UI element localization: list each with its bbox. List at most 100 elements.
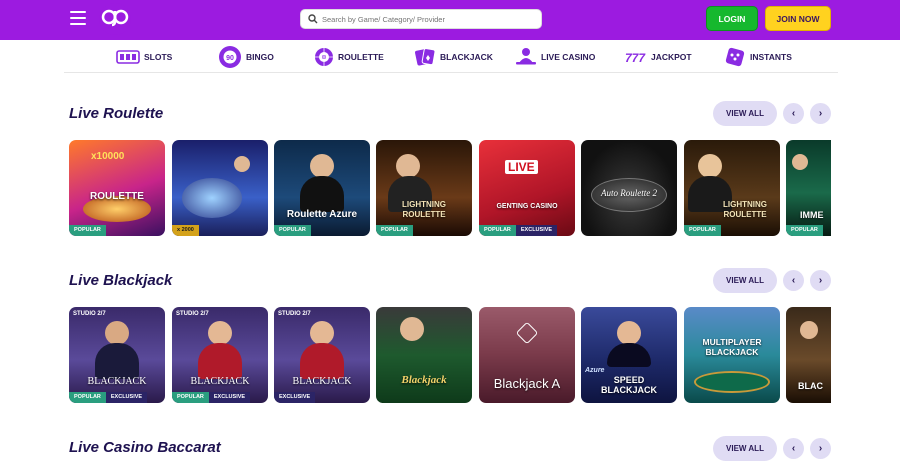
dealer-body [198,343,242,379]
next-arrow-button[interactable]: › [810,270,831,291]
tile-name: Blackjack [401,374,447,386]
view-all-button[interactable]: VIEW ALL [713,436,777,461]
tile-badges: POPULAR [69,225,106,236]
badge-popular: POPULAR [786,225,823,236]
tile-badges: POPULAR EXCLUSIVE [69,392,148,403]
search-bar[interactable] [300,9,542,29]
tile-name: ROULETTE [90,191,144,202]
next-arrow-button[interactable]: › [810,103,831,124]
game-tile[interactable]: BLAC [786,307,831,403]
nav-item-bingo[interactable]: 90 BINGO [218,45,274,69]
game-tile[interactable]: LIGHTNING ROULETTE POPULAR [684,140,780,236]
tile-badges: POPULAR [786,225,823,236]
tile-badges: POPULAR [684,225,721,236]
badge-exclusive: EXCLUSIVE [515,225,558,236]
badge-popular: POPULAR [376,225,413,236]
nav-item-instants[interactable]: INSTANTS [724,45,792,69]
tile-top-text: STUDIO 2/7 [278,311,311,317]
dealer-image [234,156,250,172]
nav-label: INSTANTS [750,52,792,62]
dealer-body [607,343,651,367]
tile-top-text: Azure [585,367,605,374]
tile-name: GENTING CASINO [496,203,558,210]
tile-top-text: LIVE [505,160,538,174]
nav-item-blackjack[interactable]: BLACKJACK [414,45,493,69]
prev-arrow-button[interactable]: ‹ [783,103,804,124]
game-tile[interactable]: x 2000 [172,140,268,236]
svg-text:90: 90 [226,55,234,62]
game-tile[interactable]: LIGHTNING ROULETTE POPULAR [376,140,472,236]
search-icon [308,14,318,24]
bingo-icon: 90 [219,46,241,68]
tile-name: BLAC [798,381,823,391]
game-tile[interactable]: MULTIPLAYER BLACKJACK [684,307,780,403]
badge-popular: POPULAR [274,225,311,236]
nav-item-roulette[interactable]: ROULETTE [314,45,384,69]
dealer-image [400,317,424,341]
tile-name: BLACKJACK [292,376,352,387]
dealer-image [105,321,129,345]
prev-arrow-button[interactable]: ‹ [783,438,804,459]
tile-name: SPEED BLACKJACK [601,375,657,395]
tile-top-text: x10000 [91,151,125,162]
dice-icon [725,47,745,67]
game-tile[interactable]: LIVE GENTING CASINO POPULAR EXCLUSIVE [479,140,575,236]
view-all-button[interactable]: VIEW ALL [713,268,777,293]
badge-exclusive: EXCLUSIVE [208,392,251,403]
game-tile[interactable]: STUDIO 2/7 BLACKJACK POPULAR EXCLUSIVE [69,307,165,403]
dealer-icon [516,48,536,65]
nav-label: BINGO [246,52,274,62]
category-nav: SLOTS 90 BINGO ROULETTE BLACKJACK LIVE C… [64,41,838,73]
dealer-body [300,343,344,379]
tile-name: BLACKJACK [190,376,250,387]
tile-badges: POPULAR EXCLUSIVE [479,225,558,236]
badge-popular: POPULAR [684,225,721,236]
game-tile[interactable]: Blackjack A [479,307,575,403]
table-image [694,371,770,393]
slots-icon [116,50,140,64]
svg-text:777: 777 [625,51,646,65]
game-tile[interactable]: STUDIO 2/7 BLACKJACK POPULAR EXCLUSIVE [172,307,268,403]
badge-popular: POPULAR [69,225,106,236]
game-tile[interactable]: Auto Roulette 2 [581,140,677,236]
dealer-image [310,321,334,345]
tile-badges: EXCLUSIVE [274,392,316,403]
badge-exclusive: EXCLUSIVE [105,392,148,403]
tile-name: LIGHTNING ROULETTE [402,200,446,219]
game-tile[interactable]: Roulette Azure POPULAR [274,140,370,236]
nav-item-jackpot[interactable]: 777 JACKPOT [625,45,692,69]
nav-item-live-casino[interactable]: LIVE CASINO [515,45,595,69]
section-title-live-roulette: Live Roulette [69,105,164,122]
badge-popular: POPULAR [479,225,516,236]
roulette-wheel-image [182,178,242,218]
dealer-image [310,154,334,178]
view-all-button[interactable]: VIEW ALL [713,101,777,126]
game-tile[interactable]: Azure SPEED BLACKJACK [581,307,677,403]
nav-label: ROULETTE [338,52,384,62]
game-tile[interactable]: STUDIO 2/7 BLACKJACK EXCLUSIVE [274,307,370,403]
join-now-button[interactable]: JOIN NOW [765,6,831,31]
tile-badges: POPULAR EXCLUSIVE [172,392,251,403]
game-tile[interactable]: IMME POPULAR [786,140,831,236]
dealer-image [792,154,808,170]
prev-arrow-button[interactable]: ‹ [783,270,804,291]
section-title-live-blackjack: Live Blackjack [69,272,173,289]
game-tile[interactable]: x10000 ROULETTE POPULAR [69,140,165,236]
dealer-image [617,321,641,345]
card-logo-icon [515,321,539,345]
search-input[interactable] [322,12,537,27]
playojo-logo[interactable] [98,2,132,36]
next-arrow-button[interactable]: › [810,438,831,459]
login-button[interactable]: LOGIN [706,6,758,31]
dealer-body [95,343,139,379]
nav-item-slots[interactable]: SLOTS [116,45,172,69]
tile-top-text: STUDIO 2/7 [73,311,106,317]
tile-name: Blackjack A [493,376,561,391]
dealer-image [800,321,818,339]
dealer-image [396,154,420,178]
menu-icon[interactable] [70,11,86,25]
tile-badges: x 2000 [172,225,199,236]
game-tile[interactable]: Blackjack [376,307,472,403]
cards-icon [415,48,436,66]
badge-popular: POPULAR [69,392,106,403]
